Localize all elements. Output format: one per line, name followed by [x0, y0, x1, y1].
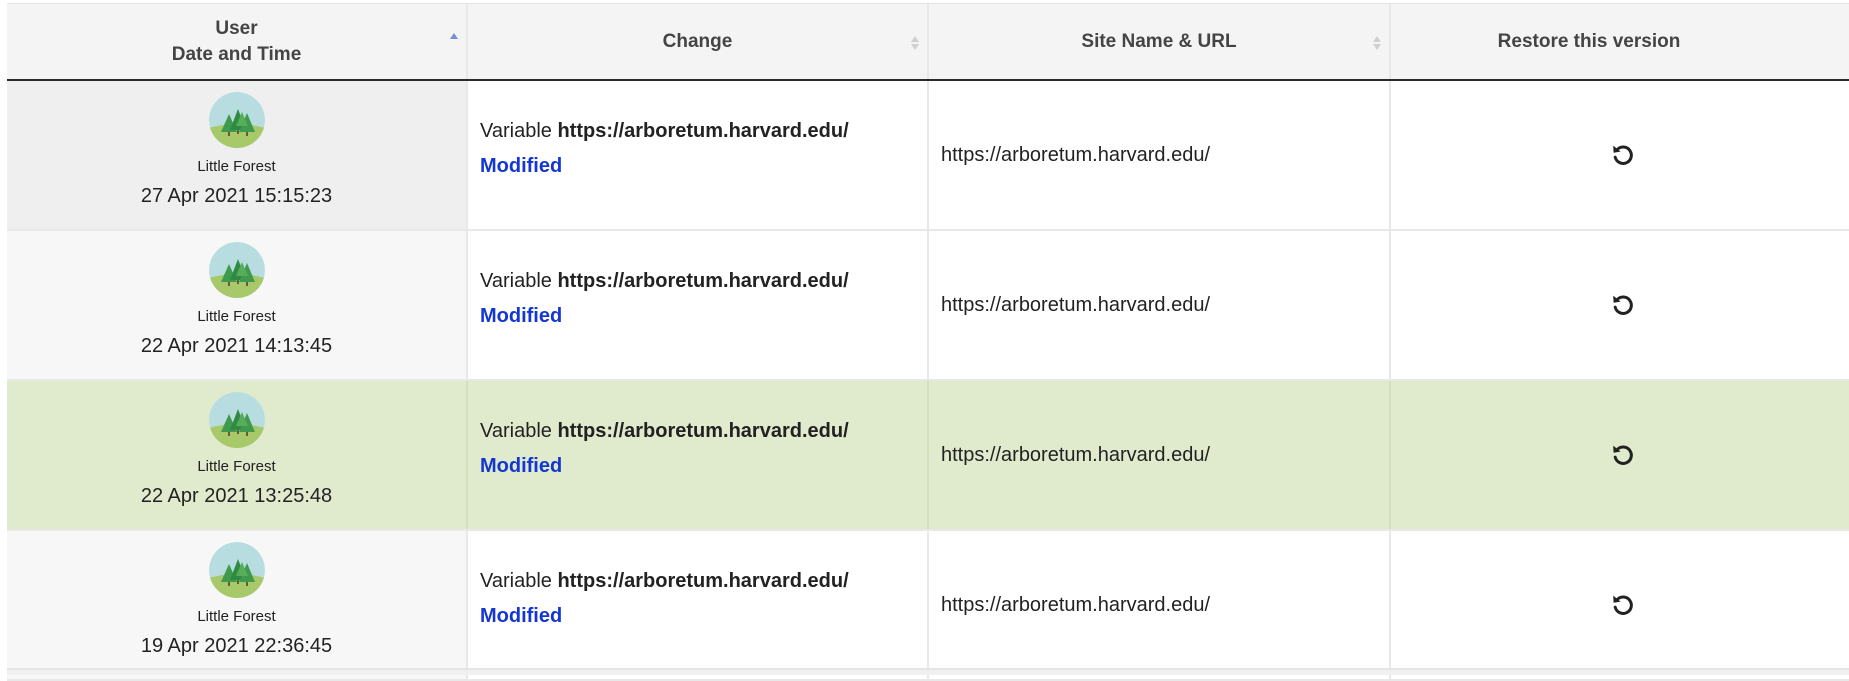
change-cell: Variable https://arboretum.harvard.edu/ …: [468, 231, 929, 379]
restore-version-button[interactable]: [1607, 439, 1639, 471]
change-url: https://arboretum.harvard.edu/: [557, 120, 849, 142]
change-prefix: Variable: [480, 270, 552, 292]
user-name: Little Forest: [197, 458, 276, 475]
column-header-change[interactable]: Change: [468, 4, 929, 79]
user-name: Little Forest: [197, 608, 276, 625]
next-row-edge: [7, 668, 1849, 675]
change-status-link[interactable]: Modified: [480, 153, 927, 179]
column-header-site[interactable]: Site Name & URL: [929, 4, 1391, 79]
table-row: Little Forest 27 Apr 2021 15:15:23 Varia…: [7, 81, 1849, 231]
user-name: Little Forest: [197, 158, 276, 175]
change-prefix: Variable: [480, 420, 552, 442]
forest-avatar-icon: [208, 92, 265, 148]
column-header-change-label: Change: [662, 30, 733, 52]
change-prefix: Variable: [480, 120, 552, 142]
site-url-cell: https://arboretum.harvard.edu/: [929, 381, 1391, 529]
table-row: Little Forest 22 Apr 2021 14:13:45 Varia…: [7, 231, 1849, 381]
restore-cell: [1391, 381, 1849, 529]
change-description: Variable https://arboretum.harvard.edu/: [480, 268, 927, 294]
restore-version-button[interactable]: [1607, 289, 1639, 321]
user-name: Little Forest: [197, 308, 276, 325]
site-url-cell: https://arboretum.harvard.edu/: [929, 231, 1391, 379]
restore-icon: [1613, 145, 1633, 165]
restore-cell: [1391, 531, 1849, 679]
site-url: https://arboretum.harvard.edu/: [941, 143, 1211, 166]
site-url-cell: https://arboretum.harvard.edu/: [929, 531, 1391, 679]
site-url: https://arboretum.harvard.edu/: [941, 593, 1211, 616]
table-row: Little Forest 22 Apr 2021 13:25:48 Varia…: [7, 381, 1849, 531]
change-cell: Variable https://arboretum.harvard.edu/ …: [468, 81, 929, 229]
change-cell: Variable https://arboretum.harvard.edu/ …: [468, 381, 929, 529]
column-header-user-label: User: [215, 17, 258, 39]
restore-cell: [1391, 231, 1849, 379]
change-prefix: Variable: [480, 570, 552, 592]
revision-datetime: 27 Apr 2021 15:15:23: [140, 185, 333, 207]
change-status-link[interactable]: Modified: [480, 603, 927, 629]
column-header-site-label: Site Name & URL: [1081, 30, 1237, 52]
change-url: https://arboretum.harvard.edu/: [557, 420, 849, 442]
table-row: Little Forest 19 Apr 2021 22:36:45 Varia…: [7, 531, 1849, 681]
revision-datetime: 19 Apr 2021 22:36:45: [140, 635, 333, 657]
forest-avatar-icon: [208, 242, 265, 298]
change-status-link[interactable]: Modified: [480, 453, 927, 479]
restore-icon: [1613, 595, 1633, 615]
site-url-cell: https://arboretum.harvard.edu/: [929, 81, 1391, 229]
restore-icon: [1613, 445, 1633, 465]
revision-datetime: 22 Apr 2021 13:25:48: [140, 485, 333, 507]
site-url: https://arboretum.harvard.edu/: [941, 443, 1211, 466]
change-description: Variable https://arboretum.harvard.edu/: [480, 568, 927, 594]
user-date-cell: Little Forest 27 Apr 2021 15:15:23: [7, 81, 468, 229]
forest-avatar-icon: [208, 392, 265, 448]
column-header-restore: Restore this version: [1391, 4, 1849, 79]
restore-cell: [1391, 81, 1849, 229]
restore-icon: [1613, 295, 1633, 315]
change-description: Variable https://arboretum.harvard.edu/: [480, 418, 927, 444]
restore-version-button[interactable]: [1607, 589, 1639, 621]
column-header-user-date[interactable]: User Date and Time: [7, 4, 468, 79]
table-header: User Date and Time Change Site Name & UR…: [7, 4, 1849, 81]
revision-history-table: User Date and Time Change Site Name & UR…: [7, 3, 1849, 681]
change-url: https://arboretum.harvard.edu/: [557, 570, 849, 592]
column-header-restore-label: Restore this version: [1497, 30, 1681, 52]
sort-both-icon[interactable]: [1373, 34, 1382, 52]
sort-asc-icon[interactable]: [450, 31, 459, 49]
forest-avatar-icon: [208, 542, 265, 598]
change-url: https://arboretum.harvard.edu/: [557, 270, 849, 292]
sort-both-icon[interactable]: [911, 34, 920, 52]
column-header-date-label: Date and Time: [171, 43, 302, 65]
revision-datetime: 22 Apr 2021 14:13:45: [140, 335, 333, 357]
change-status-link[interactable]: Modified: [480, 303, 927, 329]
user-date-cell: Little Forest 22 Apr 2021 13:25:48: [7, 381, 468, 529]
user-date-cell: Little Forest 19 Apr 2021 22:36:45: [7, 531, 468, 679]
change-description: Variable https://arboretum.harvard.edu/: [480, 118, 927, 144]
user-date-cell: Little Forest 22 Apr 2021 14:13:45: [7, 231, 468, 379]
site-url: https://arboretum.harvard.edu/: [941, 293, 1211, 316]
table-body: Little Forest 27 Apr 2021 15:15:23 Varia…: [7, 81, 1849, 681]
restore-version-button[interactable]: [1607, 139, 1639, 171]
change-cell: Variable https://arboretum.harvard.edu/ …: [468, 531, 929, 679]
